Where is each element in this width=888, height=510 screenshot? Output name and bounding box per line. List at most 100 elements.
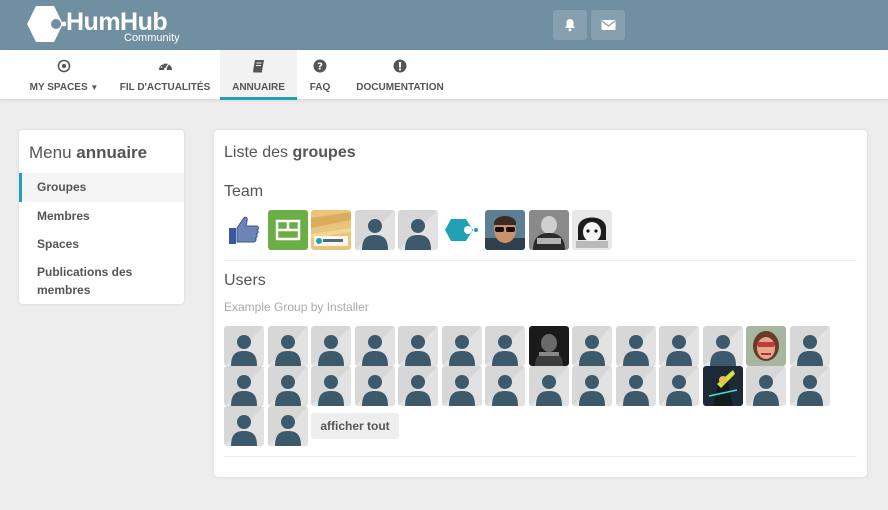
- default-user-avatar-icon: [311, 326, 351, 366]
- menu-title-bold: annuaire: [76, 143, 148, 162]
- member-avatar[interactable]: [615, 326, 656, 366]
- menu-item-label: Groupes: [37, 180, 87, 194]
- default-user-avatar-icon: [398, 210, 438, 250]
- humhub-logo[interactable]: HumHub Community: [26, 4, 196, 46]
- group-title-users: Users: [224, 272, 266, 289]
- member-avatar[interactable]: [267, 210, 308, 250]
- member-avatar[interactable]: [615, 366, 656, 406]
- default-user-avatar-icon: [528, 366, 569, 406]
- menu-item-spaces[interactable]: Spaces: [19, 235, 184, 253]
- member-avatar[interactable]: [398, 366, 438, 406]
- nav-faq[interactable]: ? FAQ: [300, 50, 340, 100]
- default-user-avatar-icon: [224, 326, 264, 366]
- book-icon: [253, 60, 264, 73]
- messages-button[interactable]: [591, 10, 625, 40]
- menu-item-groups[interactable]: Groupes: [19, 173, 184, 202]
- member-avatar[interactable]: [572, 210, 612, 250]
- default-user-avatar-icon: [354, 366, 395, 406]
- member-avatar[interactable]: [441, 366, 482, 406]
- default-user-avatar-icon: [224, 366, 264, 406]
- default-user-avatar-icon: [398, 366, 438, 406]
- member-avatar[interactable]: [224, 326, 264, 366]
- user-photo: [311, 210, 351, 250]
- divider: [224, 456, 857, 457]
- user-photo: [528, 210, 569, 250]
- member-avatar[interactable]: [224, 406, 264, 446]
- user-photo: [702, 366, 743, 406]
- default-user-avatar-icon: [746, 366, 786, 406]
- logo-mark-icon: [27, 6, 66, 42]
- member-avatar[interactable]: [485, 326, 525, 366]
- member-avatar[interactable]: [746, 366, 786, 406]
- exclamation-circle-icon: [393, 59, 407, 73]
- member-avatar[interactable]: [659, 366, 699, 406]
- logo-subtitle: Community: [124, 32, 180, 44]
- member-avatar[interactable]: [311, 210, 351, 250]
- member-avatar[interactable]: [398, 210, 438, 250]
- page-title-prefix: Liste des: [224, 144, 289, 161]
- member-avatar[interactable]: [441, 326, 482, 366]
- member-avatar[interactable]: [528, 326, 569, 366]
- member-avatar[interactable]: [528, 210, 569, 250]
- member-avatar[interactable]: [354, 366, 395, 406]
- main-navigation: MY SPACES ▼ FIL D'ACTUALITÉS ANNUAIRE ? …: [0, 50, 888, 100]
- groups-list-panel: Liste des groupes Team Users Example Gro…: [214, 130, 867, 477]
- bell-icon: [565, 19, 575, 32]
- default-user-avatar-icon: [659, 326, 699, 366]
- top-bar: HumHub Community: [0, 0, 888, 50]
- member-avatar[interactable]: [659, 326, 699, 366]
- default-user-avatar-icon: [311, 366, 351, 406]
- member-avatar[interactable]: [224, 366, 264, 406]
- nav-label-my-spaces: MY SPACES: [29, 82, 88, 93]
- user-photo: [572, 210, 612, 250]
- nav-directory[interactable]: ANNUAIRE: [220, 50, 297, 100]
- member-avatar[interactable]: [702, 326, 743, 366]
- default-user-avatar-icon: [789, 326, 830, 366]
- member-avatar[interactable]: [789, 366, 830, 406]
- dashboard-icon: [158, 62, 172, 71]
- member-avatar[interactable]: [485, 210, 525, 250]
- menu-item-member-posts[interactable]: Publications des membres: [19, 263, 184, 299]
- member-avatar[interactable]: [746, 326, 786, 366]
- member-avatar[interactable]: [311, 326, 351, 366]
- member-avatar[interactable]: [267, 326, 308, 366]
- nav-activity-stream[interactable]: FIL D'ACTUALITÉS: [112, 50, 218, 100]
- page-title: Liste des groupes: [224, 144, 356, 162]
- default-user-avatar-icon: [659, 366, 699, 406]
- user-photo: [485, 210, 525, 250]
- member-avatar[interactable]: [267, 406, 308, 446]
- default-user-avatar-icon: [485, 326, 525, 366]
- nav-my-spaces[interactable]: MY SPACES ▼: [26, 50, 102, 100]
- member-avatar[interactable]: [311, 366, 351, 406]
- member-avatar[interactable]: [702, 366, 743, 406]
- member-avatar[interactable]: [789, 326, 830, 366]
- user-photo: [528, 326, 569, 366]
- member-avatar[interactable]: [572, 366, 612, 406]
- default-user-avatar-icon: [572, 326, 612, 366]
- member-avatar[interactable]: [267, 366, 308, 406]
- member-avatar[interactable]: [398, 326, 438, 366]
- menu-item-label: Publications des membres: [37, 265, 133, 297]
- default-user-avatar-icon: [354, 210, 395, 250]
- member-avatar[interactable]: [528, 366, 569, 406]
- menu-title-prefix: Menu: [29, 143, 72, 162]
- notifications-button[interactable]: [553, 10, 587, 40]
- default-user-avatar-icon: [615, 366, 656, 406]
- user-photo: [224, 210, 264, 250]
- svg-text:?: ?: [317, 62, 323, 73]
- menu-item-members[interactable]: Membres: [19, 207, 184, 225]
- member-avatar[interactable]: [572, 326, 612, 366]
- nav-documentation[interactable]: DOCUMENTATION: [350, 50, 450, 100]
- divider: [224, 260, 857, 261]
- group-description: Example Group by Installer: [224, 300, 369, 314]
- default-user-avatar-icon: [615, 326, 656, 366]
- member-avatar[interactable]: [354, 210, 395, 250]
- member-avatar[interactable]: [224, 210, 264, 250]
- default-user-avatar-icon: [267, 406, 308, 446]
- group-title-team: Team: [224, 183, 264, 200]
- user-photo: [267, 210, 308, 250]
- show-all-button[interactable]: afficher tout: [311, 413, 399, 439]
- member-avatar[interactable]: [354, 326, 395, 366]
- member-avatar[interactable]: [441, 210, 482, 250]
- member-avatar[interactable]: [485, 366, 525, 406]
